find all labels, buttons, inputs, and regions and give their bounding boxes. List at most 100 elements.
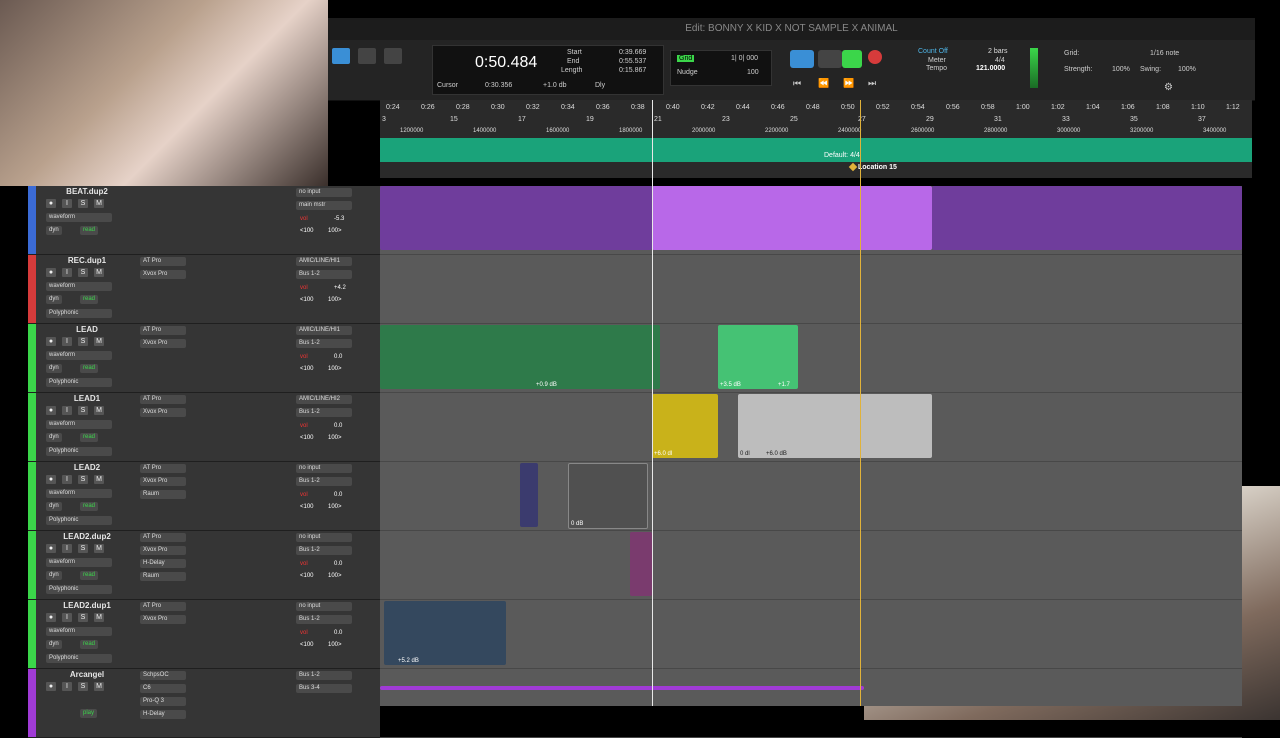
loop-record-icon[interactable] — [790, 50, 814, 68]
volume-value[interactable]: 0.0 — [334, 561, 342, 567]
input-select[interactable]: no input — [296, 188, 352, 197]
dly-label[interactable]: Dly — [595, 82, 605, 89]
insert-slot[interactable]: AT Pro — [140, 395, 186, 404]
track-extra[interactable]: Polyphonic — [46, 585, 112, 594]
mute-button[interactable]: M — [94, 475, 104, 484]
track-name[interactable]: Arcangel — [42, 670, 132, 679]
track-lane[interactable] — [380, 600, 1242, 669]
speaker-icon[interactable] — [358, 48, 376, 64]
insert-slot[interactable]: H-Delay — [140, 559, 186, 568]
insert-slot[interactable]: H-Delay — [140, 710, 186, 719]
edit-window[interactable]: +0.9 dB +3.5 dB +1.7 +6.0 dl 0 dl +6.0 d… — [380, 186, 1242, 738]
insert-slot[interactable]: AT Pro — [140, 602, 186, 611]
settings-gear-icon[interactable]: ⚙ — [1164, 82, 1173, 93]
track-mode[interactable]: dyn — [46, 433, 62, 442]
track-mode[interactable]: dyn — [46, 571, 62, 580]
track-header[interactable]: Arcangel ● I S M play SchpsOC C6 Pro-Q 3… — [28, 669, 380, 738]
track-name[interactable]: LEAD2.dup2 — [42, 532, 132, 541]
stop-button[interactable] — [818, 50, 842, 68]
solo-button[interactable]: S — [78, 199, 88, 208]
input-monitor-button[interactable]: I — [62, 613, 72, 622]
pan-right[interactable]: 100> — [328, 642, 342, 648]
nudge-label[interactable]: Nudge — [677, 69, 698, 76]
mute-button[interactable]: M — [94, 613, 104, 622]
input-select[interactable]: AMIC/LINE/HI1 — [296, 326, 352, 335]
automation-mode[interactable]: read — [80, 640, 99, 649]
solo-button[interactable]: S — [78, 337, 88, 346]
record-enable-button[interactable]: ● — [46, 613, 56, 622]
solo-button[interactable]: S — [78, 268, 88, 277]
pan-left[interactable]: <100 — [300, 297, 314, 303]
pan-left[interactable]: <100 — [300, 366, 314, 372]
automation-mode[interactable]: read — [80, 364, 99, 373]
track-lane[interactable] — [380, 462, 1242, 531]
lead1-clip-2[interactable]: 0 dl +6.0 dB — [738, 394, 932, 458]
pencil-tool-icon[interactable] — [384, 48, 402, 64]
insert-slot[interactable]: Raum — [140, 572, 186, 581]
lead2-clip-2[interactable]: 0 dB — [568, 463, 648, 529]
record-enable-button[interactable]: ● — [46, 406, 56, 415]
output-select[interactable]: Bus 3-4 — [296, 684, 352, 693]
input-monitor-button[interactable]: I — [62, 199, 72, 208]
pan-left[interactable]: <100 — [300, 435, 314, 441]
track-lane[interactable] — [380, 669, 1242, 738]
automation-mode[interactable]: read — [80, 226, 99, 235]
input-select[interactable]: no input — [296, 533, 352, 542]
end-value[interactable]: 0:55.537 — [619, 58, 646, 65]
back-button[interactable]: ⏪ — [818, 78, 829, 89]
track-header[interactable]: BEAT.dup2 ● I S M waveform dyn read no i… — [28, 186, 380, 255]
input-monitor-button[interactable]: I — [62, 682, 72, 691]
track-lane[interactable] — [380, 255, 1242, 324]
automation-mode[interactable]: read — [80, 295, 99, 304]
insert-slot[interactable]: Xvox Pro — [140, 546, 186, 555]
input-select[interactable]: AMIC/LINE/HI1 — [296, 257, 352, 266]
output-select[interactable]: Bus 1-2 — [296, 270, 352, 279]
grid-value[interactable]: 1/16 note — [1150, 50, 1179, 57]
input-monitor-button[interactable]: I — [62, 337, 72, 346]
track-view-select[interactable]: waveform — [46, 558, 112, 567]
output-select[interactable]: Bus 1-2 — [296, 546, 352, 555]
input-monitor-button[interactable]: I — [62, 544, 72, 553]
record-enable-button[interactable]: ● — [46, 475, 56, 484]
track-name[interactable]: BEAT.dup2 — [42, 187, 132, 196]
strength-value[interactable]: 100% — [1112, 66, 1130, 73]
track-lane[interactable] — [380, 531, 1242, 600]
track-name[interactable]: LEAD2.dup1 — [42, 601, 132, 610]
insert-slot[interactable]: Pro-Q 3 — [140, 697, 186, 706]
track-header[interactable]: LEAD2.dup2 ● I S M waveform dyn read Pol… — [28, 531, 380, 600]
pan-left[interactable]: <100 — [300, 642, 314, 648]
track-mode[interactable]: dyn — [46, 364, 62, 373]
insert-slot[interactable]: C6 — [140, 684, 186, 693]
track-view-select[interactable]: waveform — [46, 489, 112, 498]
record-enable-button[interactable]: ● — [46, 682, 56, 691]
track-view-select[interactable]: waveform — [46, 282, 112, 291]
beat-clip-2[interactable] — [932, 186, 1242, 250]
record-button[interactable] — [868, 50, 882, 64]
beat-clip-1[interactable] — [380, 186, 652, 250]
location-marker-icon[interactable] — [848, 162, 858, 172]
insert-slot[interactable]: Xvox Pro — [140, 615, 186, 624]
insert-slot[interactable]: SchpsOC — [140, 671, 186, 680]
pan-left[interactable]: <100 — [300, 504, 314, 510]
record-enable-button[interactable]: ● — [46, 199, 56, 208]
track-mode[interactable]: dyn — [46, 226, 62, 235]
grabber-tool-icon[interactable] — [332, 48, 350, 64]
lead-clip-1[interactable]: +0.9 dB — [380, 325, 660, 389]
nudge-value[interactable]: 100 — [747, 69, 759, 76]
lead2dup1-clip[interactable]: +5.2 dB — [384, 601, 506, 665]
track-header[interactable]: LEAD2.dup1 ● I S M waveform dyn read Pol… — [28, 600, 380, 669]
track-mode[interactable]: dyn — [46, 502, 62, 511]
input-select[interactable]: no input — [296, 464, 352, 473]
track-view-select[interactable]: waveform — [46, 351, 112, 360]
insert-slot[interactable]: Xvox Pro — [140, 270, 186, 279]
output-select[interactable]: main mstr — [296, 201, 352, 210]
beat-clip-selected[interactable] — [652, 186, 932, 250]
volume-value[interactable]: -5.3 — [334, 216, 344, 222]
lead2dup2-clip[interactable] — [630, 532, 652, 596]
rewind-button[interactable]: ⏮ — [793, 78, 801, 89]
tempo-value[interactable]: 121.0000 — [976, 65, 1005, 72]
insert-slot[interactable]: Xvox Pro — [140, 408, 186, 417]
solo-button[interactable]: S — [78, 475, 88, 484]
track-header[interactable]: REC.dup1 ● I S M waveform dyn read Polyp… — [28, 255, 380, 324]
track-extra[interactable]: Polyphonic — [46, 654, 112, 663]
